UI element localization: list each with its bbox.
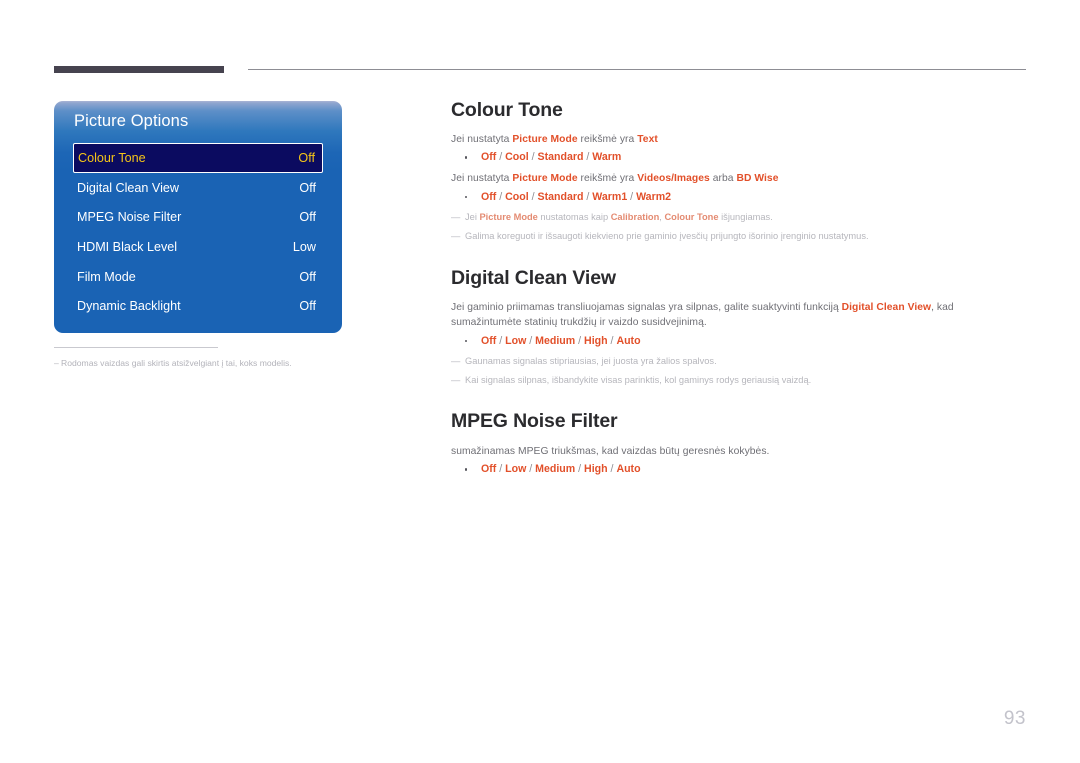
keyword-calibration: Calibration bbox=[610, 211, 660, 222]
note-dash-icon: — bbox=[451, 355, 461, 366]
keyword-digital-clean-view: Digital Clean View bbox=[841, 302, 932, 313]
option-medium: Medium bbox=[535, 334, 576, 347]
osd-menu-item-dynamic-backlight[interactable]: Dynamic Backlight Off bbox=[73, 291, 323, 321]
colour-tone-options-list-1: Off / Cool / Standard / Warm bbox=[451, 149, 1026, 165]
option-cool: Cool bbox=[505, 151, 529, 164]
header-divider-line bbox=[248, 69, 1026, 70]
option-warm2: Warm2 bbox=[636, 190, 672, 203]
text-fragment: nustatomas kaip bbox=[537, 211, 611, 222]
note-text: Gaunamas signalas stipriausias, jei juos… bbox=[465, 355, 717, 366]
section-heading: MPEG Noise Filter bbox=[451, 410, 618, 432]
osd-menu-item-mpeg-noise-filter[interactable]: MPEG Noise Filter Off bbox=[73, 203, 323, 233]
osd-item-value: Off bbox=[299, 269, 316, 284]
osd-menu-item-digital-clean-view[interactable]: Digital Clean View Off bbox=[73, 173, 323, 203]
section-heading: Colour Tone bbox=[451, 99, 563, 121]
osd-item-label: Colour Tone bbox=[78, 151, 146, 165]
note-text: Kai signalas silpnas, išbandykite visas … bbox=[465, 374, 812, 385]
option-row: Off / Cool / Standard / Warm1 / Warm2 bbox=[451, 189, 1026, 205]
note-dash-icon: — bbox=[451, 211, 461, 222]
keyword-bd-wise: BD Wise bbox=[736, 173, 779, 185]
keyword-picture-mode: Picture Mode bbox=[512, 173, 578, 185]
digital-clean-view-note-2: — Kai signalas silpnas, išbandykite visas… bbox=[451, 373, 1026, 387]
keyword-text: Text bbox=[637, 134, 658, 145]
digital-clean-view-description: Jei gaminio priimamas transliuojamas sig… bbox=[451, 300, 1026, 331]
colour-tone-note-1: — Jei Picture Mode nustatomas kaip Calibr… bbox=[451, 210, 1026, 224]
text-fragment: Jei bbox=[465, 211, 480, 222]
mpeg-noise-filter-description: sumažinamas MPEG triukšmas, kad vaizdas … bbox=[451, 446, 770, 457]
option-high: High bbox=[584, 463, 608, 476]
osd-menu-list: Colour Tone Off Digital Clean View Off M… bbox=[54, 143, 342, 321]
option-low: Low bbox=[505, 334, 527, 347]
mpeg-noise-filter-options-list: Off / Low / Medium / High / Auto bbox=[451, 461, 1026, 477]
option-warm: Warm bbox=[592, 151, 622, 164]
osd-item-label: Dynamic Backlight bbox=[77, 299, 181, 314]
osd-item-value: Off bbox=[298, 151, 315, 165]
note-dash-icon: — bbox=[451, 230, 461, 241]
option-medium: Medium bbox=[535, 463, 576, 476]
osd-item-label: Digital Clean View bbox=[77, 180, 179, 195]
option-warm1: Warm1 bbox=[592, 190, 628, 203]
option-auto: Auto bbox=[616, 334, 641, 347]
keyword-colour-tone: Colour Tone bbox=[664, 211, 719, 222]
option-row: Off / Low / Medium / High / Auto bbox=[451, 461, 1026, 477]
osd-item-value: Low bbox=[292, 239, 316, 254]
osd-item-label: Film Mode bbox=[77, 269, 136, 284]
option-high: High bbox=[584, 334, 608, 347]
colour-tone-note-2: — Galima koreguoti ir išsaugoti kiekvieno… bbox=[451, 229, 1026, 243]
osd-panel-title: Picture Options bbox=[74, 112, 189, 130]
option-row: Off / Cool / Standard / Warm bbox=[451, 149, 1026, 165]
section-colour-tone: Colour Tone Jei nustatyta Picture Mode r… bbox=[451, 98, 1026, 243]
text-fragment: išjungiamas. bbox=[718, 211, 773, 222]
option-standard: Standard bbox=[537, 151, 584, 164]
panel-footnote-divider bbox=[54, 347, 218, 348]
digital-clean-view-note-1: — Gaunamas signalas stipriausias, jei juo… bbox=[451, 354, 1026, 368]
text-fragment: reikšmė yra bbox=[577, 173, 638, 185]
page-number: 93 bbox=[1003, 708, 1026, 729]
option-low: Low bbox=[505, 463, 527, 476]
colour-tone-options-list-2: Off / Cool / Standard / Warm1 / Warm2 bbox=[451, 189, 1026, 205]
option-auto: Auto bbox=[616, 463, 641, 476]
osd-item-value: Off bbox=[299, 180, 316, 195]
osd-item-label: HDMI Black Level bbox=[77, 239, 178, 254]
option-standard: Standard bbox=[537, 190, 584, 203]
option-cool: Cool bbox=[505, 190, 529, 203]
panel-footnote: ‒ Rodomas vaizdas gali skirtis atsižvelgi… bbox=[54, 357, 384, 369]
text-fragment: reikšmė yra bbox=[577, 134, 638, 145]
section-heading: Digital Clean View bbox=[451, 267, 616, 289]
osd-menu-item-film-mode[interactable]: Film Mode Off bbox=[73, 262, 323, 292]
keyword-videos-images: Videos/Images bbox=[637, 173, 710, 185]
text-fragment: arba bbox=[709, 173, 737, 185]
keyword-picture-mode: Picture Mode bbox=[479, 211, 538, 222]
option-off: Off bbox=[481, 463, 497, 476]
footnote-dash-icon: ‒ bbox=[54, 358, 59, 368]
osd-item-value: Off bbox=[299, 299, 316, 314]
osd-item-value: Off bbox=[299, 210, 316, 225]
keyword-picture-mode: Picture Mode bbox=[512, 134, 578, 145]
section-digital-clean-view: Digital Clean View Jei gaminio priimamas… bbox=[451, 266, 1026, 387]
option-off: Off bbox=[481, 334, 497, 347]
osd-menu-item-colour-tone[interactable]: Colour Tone Off bbox=[73, 143, 323, 173]
digital-clean-view-options-list: Off / Low / Medium / High / Auto bbox=[451, 333, 1026, 349]
option-off: Off bbox=[481, 190, 497, 203]
option-row: Off / Low / Medium / High / Auto bbox=[451, 333, 1026, 349]
section-mpeg-noise-filter: MPEG Noise Filter sumažinamas MPEG triuk… bbox=[451, 409, 1026, 477]
colour-tone-condition-1: Jei nustatyta Picture Mode reikšmė yra T… bbox=[451, 132, 1026, 147]
note-text: Galima koreguoti ir išsaugoti kiekvieno … bbox=[465, 230, 869, 241]
osd-picture-options-panel: Picture Options Colour Tone Off Digital … bbox=[54, 101, 342, 333]
text-fragment: Jei nustatyta bbox=[451, 134, 513, 145]
text-fragment: Jei nustatyta bbox=[451, 173, 513, 185]
colour-tone-condition-2: Jei nustatyta Picture Mode reikšmė yra V… bbox=[451, 171, 1026, 186]
osd-menu-item-hdmi-black-level[interactable]: HDMI Black Level Low bbox=[73, 232, 323, 262]
osd-item-label: MPEG Noise Filter bbox=[77, 210, 182, 225]
text-fragment: Jei gaminio priimamas transliuojamas sig… bbox=[451, 302, 842, 313]
footnote-text: Rodomas vaizdas gali skirtis atsižvelgia… bbox=[61, 358, 292, 368]
header-accent-bar bbox=[54, 66, 224, 73]
option-off: Off bbox=[481, 151, 497, 164]
note-dash-icon: — bbox=[451, 374, 461, 385]
